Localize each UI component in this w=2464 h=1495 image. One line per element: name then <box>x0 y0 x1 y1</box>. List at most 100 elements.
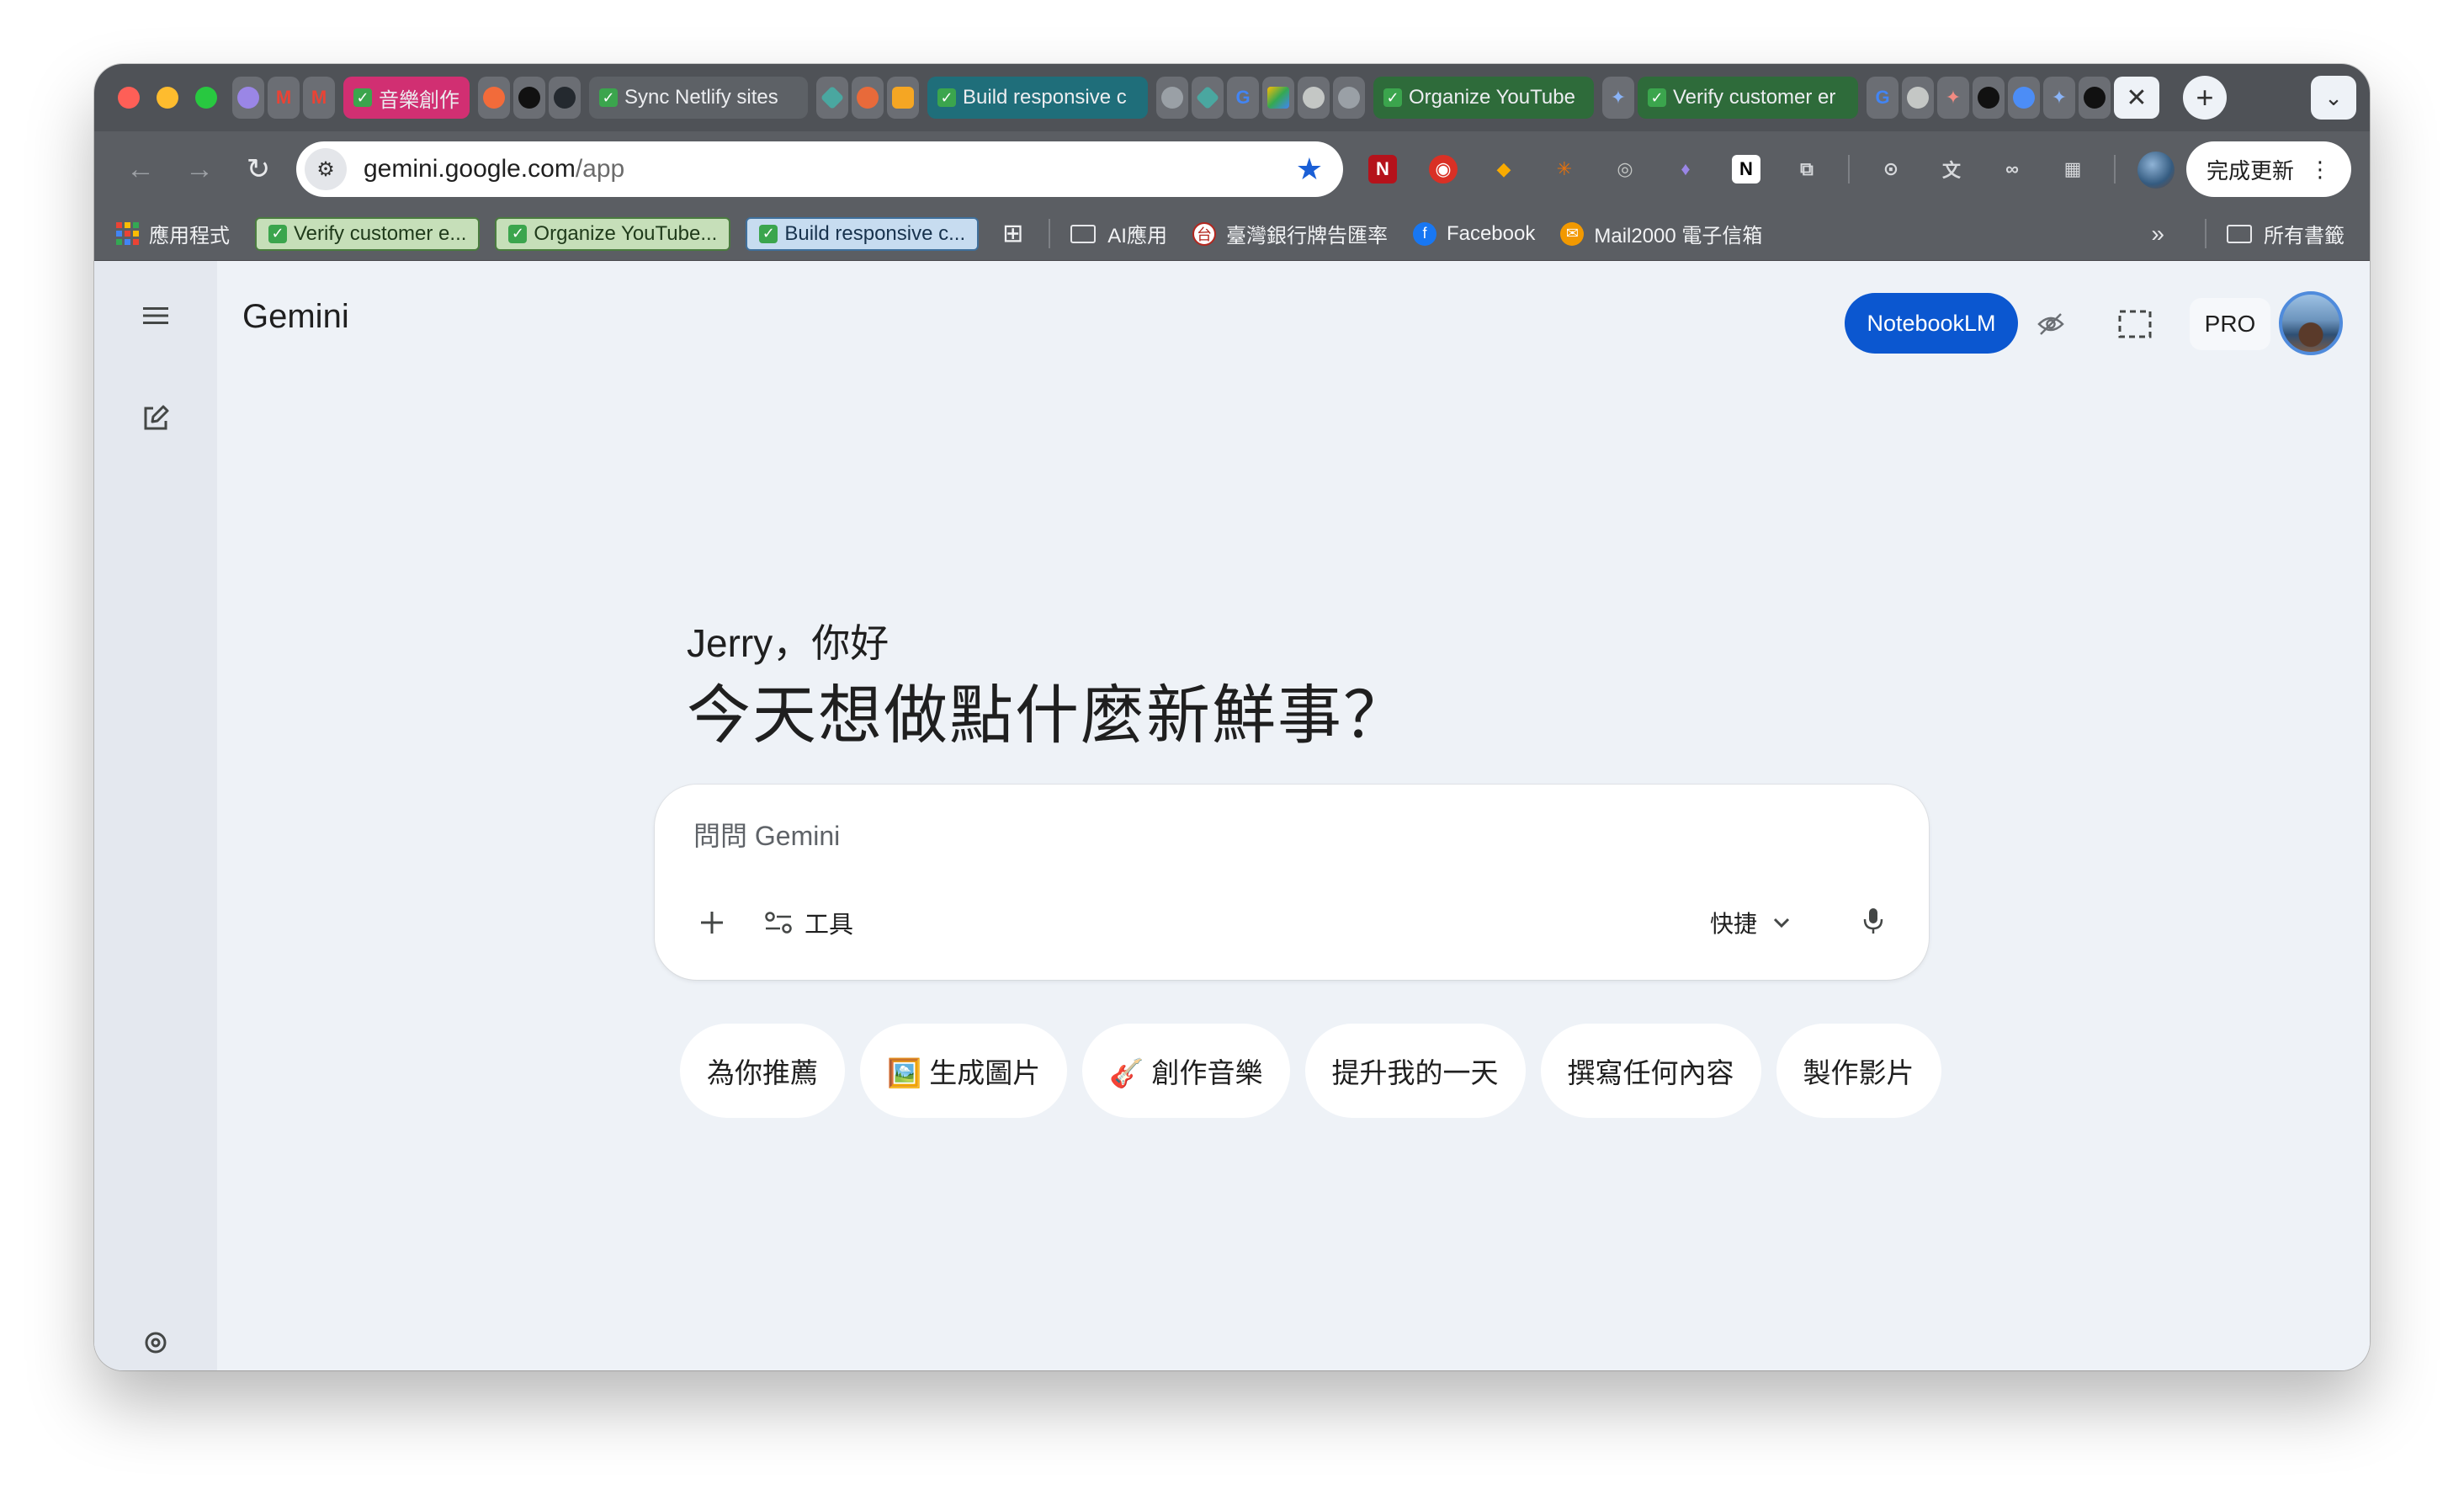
tab-music[interactable]: ✓ 音樂創作 <box>343 77 470 119</box>
tab-verify-customer[interactable]: ✓ Verify customer er <box>1638 77 1858 119</box>
tab-favicon[interactable] <box>2008 77 2040 119</box>
add-files-button[interactable] <box>688 899 735 946</box>
model-mode-selector[interactable]: 快捷 <box>1710 901 1791 944</box>
tab-favicon[interactable] <box>478 77 510 119</box>
qr-code-button[interactable]: ▦ <box>2047 143 2099 195</box>
tools-button[interactable]: 工具 <box>764 901 853 944</box>
tab-group-4 <box>816 77 919 119</box>
chip-generate-image[interactable]: 🖼️ 生成圖片 <box>860 1024 1068 1118</box>
tab-favicon[interactable] <box>852 77 884 119</box>
extension-button[interactable]: N <box>1720 143 1772 195</box>
tab-favicon[interactable] <box>549 77 581 119</box>
tab-favicon[interactable]: M <box>303 77 335 119</box>
bookmark-build-responsive[interactable]: ✓ Build responsive c... <box>746 216 980 251</box>
tab-favicon[interactable] <box>1156 77 1188 119</box>
minimize-window-button[interactable] <box>157 87 178 109</box>
cast-icon: ◎ <box>1617 158 1633 179</box>
tab-favicon[interactable]: ✦ <box>1937 77 1969 119</box>
tab-group-8: ✦ ✓ Verify customer er <box>1602 77 1858 119</box>
back-button[interactable]: ← <box>111 153 170 186</box>
extension-button[interactable]: ✳ <box>1538 143 1590 195</box>
bookmark-label: 臺灣銀行牌告匯率 <box>1225 225 1388 247</box>
translate-button[interactable]: 文 <box>1925 143 1978 195</box>
bookmark-bank[interactable]: 台 臺灣銀行牌告匯率 <box>1192 219 1388 248</box>
tab-favicon[interactable] <box>816 77 848 119</box>
chip-make-video[interactable]: 製作影片 <box>1776 1024 1941 1118</box>
extensions-menu-button[interactable]: ⧉ <box>1781 143 1833 195</box>
tab-favicon[interactable] <box>1902 77 1934 119</box>
tab-organize-youtube[interactable]: ✓ Organize YouTube <box>1373 77 1594 119</box>
tab-favicon[interactable]: G <box>1227 77 1259 119</box>
settings-button[interactable] <box>135 1322 177 1364</box>
prompt-input[interactable] <box>693 815 1872 857</box>
extension-button[interactable]: N <box>1357 143 1409 195</box>
notion-icon: N <box>1732 155 1760 184</box>
bookmark-tab-groups[interactable]: ⊞ <box>1002 219 1023 248</box>
tab-favicon[interactable] <box>513 77 545 119</box>
tab-group-6: G <box>1156 77 1365 119</box>
main-menu-button[interactable] <box>135 295 177 337</box>
plus-icon <box>701 912 723 934</box>
extension-button[interactable]: ◆ <box>1478 143 1530 195</box>
tab-favicon[interactable] <box>1333 77 1365 119</box>
account-avatar[interactable] <box>2279 291 2343 355</box>
chip-label: 製作影片 <box>1803 1057 1914 1088</box>
qr-code-icon: ▦ <box>2063 158 2082 179</box>
github-icon <box>554 87 576 109</box>
bookmark-mail2000[interactable]: ✉ Mail2000 電子信箱 <box>1560 219 1762 248</box>
tab-favicon[interactable]: G <box>1867 77 1898 119</box>
tab-favicon[interactable]: M <box>268 77 300 119</box>
tab-build-responsive[interactable]: ✓ Build responsive c <box>927 77 1148 119</box>
more-bookmarks-icon[interactable]: » <box>2151 221 2164 247</box>
tab-favicon[interactable] <box>887 77 919 119</box>
bookmark-apps[interactable]: 應用程式 <box>116 219 230 248</box>
forward-button[interactable]: → <box>170 153 229 186</box>
update-button[interactable]: 完成更新 ⋮ <box>2186 141 2351 197</box>
bookmark-verify-customer[interactable]: ✓ Verify customer e... <box>255 216 481 251</box>
tab-favicon[interactable] <box>2079 77 2111 119</box>
tab-favicon[interactable] <box>232 77 264 119</box>
new-tab-button[interactable]: + <box>2183 76 2227 120</box>
new-chat-button[interactable] <box>135 397 177 439</box>
cloud-icon <box>892 87 914 109</box>
screenshot-button[interactable]: ⊙ <box>1865 143 1917 195</box>
tab-sync-netlify[interactable]: ✓ Sync Netlify sites <box>589 77 808 119</box>
bookmark-organize-youtube[interactable]: ✓ Organize YouTube... <box>495 216 731 251</box>
extension-button[interactable]: ◎ <box>1599 143 1651 195</box>
profile-avatar[interactable] <box>2137 152 2175 189</box>
tab-favicon[interactable]: ✦ <box>2043 77 2075 119</box>
pro-badge[interactable]: PRO <box>2190 298 2270 350</box>
tab-search-button[interactable]: ⌄ <box>2311 76 2356 120</box>
tab-label: Sync Netlify sites <box>624 86 778 109</box>
chip-write-anything[interactable]: 撰寫任何內容 <box>1540 1024 1761 1118</box>
close-window-button[interactable] <box>118 87 140 109</box>
tab-favicon[interactable] <box>1262 77 1294 119</box>
chip-boost-day[interactable]: 提升我的一天 <box>1304 1024 1526 1118</box>
tab-favicon[interactable] <box>1298 77 1330 119</box>
chip-create-music[interactable]: 🎸 創作音樂 <box>1082 1024 1290 1118</box>
extension-button[interactable]: ♦ <box>1659 143 1712 195</box>
active-tab[interactable]: ✕ <box>2114 77 2159 119</box>
mail-icon: ✉ <box>1560 221 1585 246</box>
copy-link-button[interactable]: ∞ <box>1986 143 2038 195</box>
tab-favicon[interactable]: ✦ <box>1602 77 1634 119</box>
tab-favicon[interactable] <box>1973 77 2005 119</box>
extension-button[interactable]: ◉ <box>1417 143 1469 195</box>
close-tab-icon[interactable]: ✕ <box>2126 83 2147 113</box>
canvas-button[interactable] <box>2114 303 2156 345</box>
chip-recommend[interactable]: 為你推薦 <box>680 1024 845 1118</box>
tab-group-1: M M <box>232 77 335 119</box>
bookmark-star-icon[interactable]: ★ <box>1296 152 1323 187</box>
tab-favicon[interactable] <box>1192 77 1224 119</box>
temporary-chat-button[interactable] <box>2030 303 2072 345</box>
bookmark-facebook[interactable]: f Facebook <box>1412 221 1535 246</box>
greeting: Jerry，你好 <box>687 621 889 665</box>
bookmark-folder-ai[interactable]: AI應用 <box>1049 219 1167 248</box>
reload-button[interactable]: ↻ <box>229 152 288 186</box>
address-bar[interactable]: ⚙ gemini.google.com/app ★ <box>296 141 1343 197</box>
site-info-icon[interactable]: ⚙ <box>305 148 347 190</box>
zoom-window-button[interactable] <box>195 87 217 109</box>
bookmark-all[interactable]: 所有書籤 <box>2205 219 2345 248</box>
microphone-button[interactable] <box>1848 896 1898 946</box>
notebooklm-button[interactable]: NotebookLM <box>1845 293 2018 354</box>
